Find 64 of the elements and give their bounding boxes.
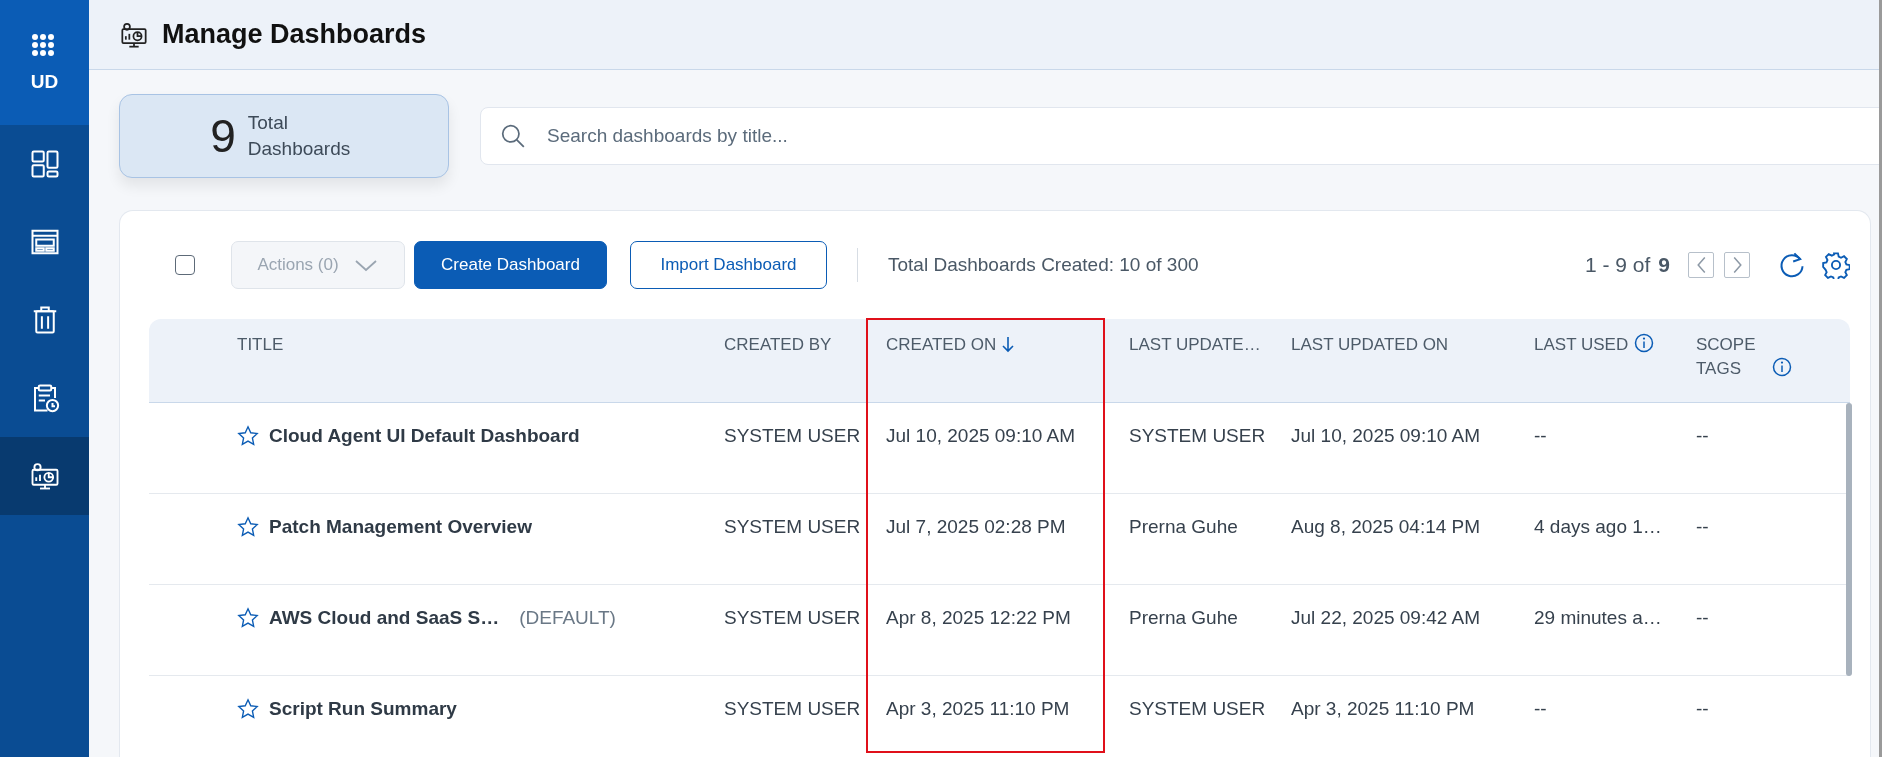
- page-range: 1 - 9 of: [1584, 253, 1651, 277]
- table-cell: SYSTEM USER: [724, 607, 861, 628]
- table-cell: 4 days ago 1…: [1534, 516, 1662, 537]
- table-cell: Prerna Guhe: [1129, 607, 1238, 628]
- column-header[interactable]: LAST UPDATED ON: [1291, 335, 1449, 354]
- quota-text: Total Dashboards Created: 10 of 300: [888, 254, 1199, 276]
- column-header[interactable]: CREATED BY: [724, 335, 832, 354]
- star-icon[interactable]: [237, 425, 259, 447]
- table-cell: SYSTEM USER: [1129, 425, 1266, 446]
- layout-icon: [29, 149, 60, 179]
- table-cell: SYSTEM USER: [1129, 698, 1266, 719]
- page-title: Manage Dashboards: [162, 19, 427, 50]
- column-header[interactable]: CREATED ON: [886, 335, 997, 354]
- count-label: Total Dashboards: [247, 111, 352, 161]
- table-cell: --: [1696, 607, 1709, 628]
- dashboard-title-link[interactable]: Patch Management Overview: [269, 516, 532, 538]
- scrollbar[interactable]: [1846, 403, 1852, 676]
- monitor-gear-icon: [29, 461, 60, 491]
- search-field[interactable]: Search dashboards by title...: [480, 107, 1879, 165]
- import-dashboard-button[interactable]: Import Dashboard: [630, 241, 827, 289]
- table-cell: Aug 8, 2025 04:14 PM: [1291, 516, 1481, 537]
- table-cell: Jul 22, 2025 09:42 AM: [1291, 607, 1481, 628]
- column-header[interactable]: TITLE: [237, 335, 284, 354]
- previous-page-button[interactable]: [1688, 252, 1714, 278]
- table-cell: Apr 8, 2025 12:22 PM: [886, 607, 1071, 628]
- dashboard-title-link[interactable]: Script Run Summary: [269, 698, 457, 720]
- create-dashboard-button[interactable]: Create Dashboard: [414, 241, 607, 289]
- table-cell: SYSTEM USER: [724, 425, 861, 446]
- column-header[interactable]: LAST UPDATE…: [1129, 335, 1261, 354]
- table-cell: --: [1696, 516, 1709, 537]
- dashboard-title-link[interactable]: Cloud Agent UI Default Dashboard: [269, 425, 580, 447]
- settings-icon[interactable]: [1822, 251, 1850, 279]
- table-cell: --: [1534, 698, 1547, 719]
- refresh-icon[interactable]: [1778, 251, 1806, 279]
- table-cell: Jul 7, 2025 02:28 PM: [886, 516, 1066, 537]
- table-cell: 29 minutes a…: [1534, 607, 1662, 628]
- table-cell: --: [1696, 698, 1709, 719]
- table-cell: Apr 3, 2025 11:10 PM: [886, 698, 1070, 719]
- table-cell: --: [1696, 425, 1709, 446]
- dashboard-title-link[interactable]: AWS Cloud and SaaS S…: [269, 607, 500, 629]
- table-cell: --: [1534, 425, 1547, 446]
- select-all-checkbox[interactable]: [175, 255, 195, 275]
- table-cell: Apr 3, 2025 11:10 PM: [1291, 698, 1475, 719]
- window-icon: [29, 227, 60, 257]
- table-cell: Jul 10, 2025 09:10 AM: [886, 425, 1076, 446]
- next-page-button[interactable]: [1724, 252, 1750, 278]
- table-cell: Jul 10, 2025 09:10 AM: [1291, 425, 1481, 446]
- app-initials: UD: [30, 70, 59, 93]
- star-icon[interactable]: [237, 698, 259, 720]
- table-cell: SYSTEM USER: [724, 516, 861, 537]
- monitor-gear-icon: [120, 20, 148, 49]
- star-icon[interactable]: [237, 607, 259, 629]
- dashboard-count: 9: [210, 109, 236, 163]
- search-icon: [500, 123, 526, 149]
- table-cell: SYSTEM USER: [724, 698, 861, 719]
- sidebar-item[interactable]: [0, 437, 89, 515]
- table-cell: Prerna Guhe: [1129, 516, 1238, 537]
- chevron-left-icon: [1696, 257, 1706, 273]
- chevron-right-icon: [1732, 257, 1742, 273]
- column-header[interactable]: LAST USED: [1534, 335, 1629, 354]
- column-header[interactable]: SCOPE TAGS: [1696, 333, 1766, 381]
- star-icon[interactable]: [237, 516, 259, 538]
- total-count: 9: [1658, 253, 1670, 277]
- default-tag: (DEFAULT): [519, 607, 616, 629]
